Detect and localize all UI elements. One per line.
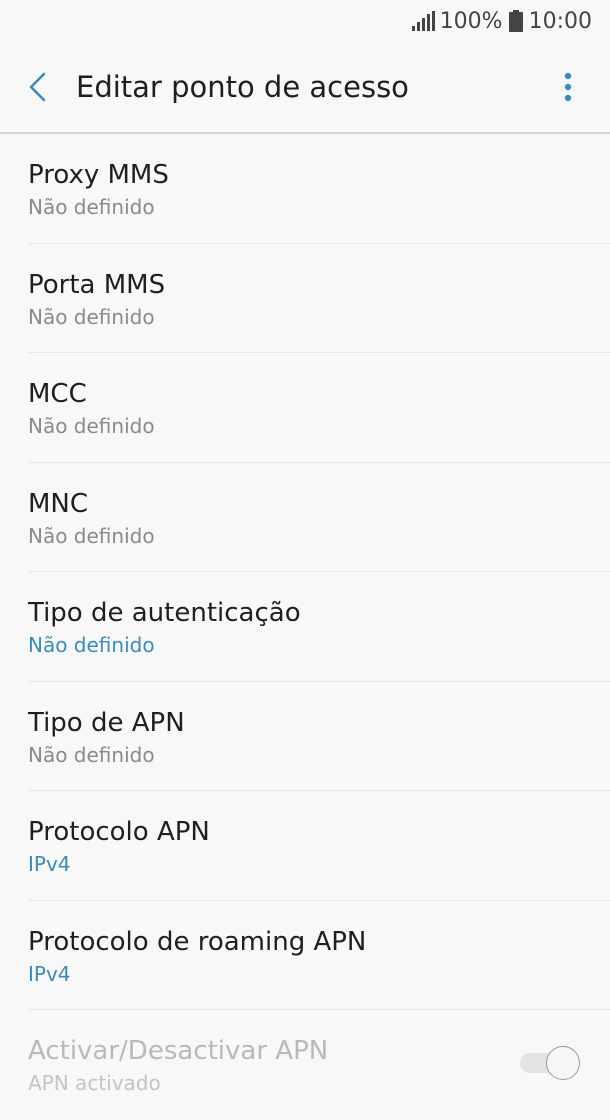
status-bar: 100% 10:00 bbox=[0, 0, 610, 42]
setting-tipo-apn[interactable]: Tipo de APN Não definido bbox=[0, 682, 610, 791]
setting-title: Activar/Desactivar APN bbox=[28, 1036, 329, 1066]
setting-title: MCC bbox=[28, 379, 87, 409]
setting-summary: APN activado bbox=[28, 1071, 161, 1095]
back-button[interactable] bbox=[0, 41, 76, 133]
setting-title: Protocolo APN bbox=[28, 817, 210, 847]
setting-summary: IPv4 bbox=[28, 852, 71, 876]
setting-summary: Não definido bbox=[28, 742, 155, 767]
app-bar: Editar ponto de acesso bbox=[0, 42, 610, 134]
setting-activar-apn: Activar/Desactivar APN APN activado bbox=[0, 1010, 610, 1120]
setting-summary: IPv4 bbox=[28, 961, 71, 986]
setting-title: Porta MMS bbox=[28, 269, 166, 300]
setting-tipo-autenticacao[interactable]: Tipo de autenticação Não definido bbox=[0, 572, 610, 682]
battery-icon bbox=[508, 10, 523, 32]
setting-protocolo-apn[interactable]: Protocolo APN IPv4 bbox=[0, 791, 610, 901]
clock: 10:00 bbox=[528, 8, 592, 34]
apn-toggle-switch[interactable] bbox=[520, 1046, 580, 1080]
setting-title: MNC bbox=[28, 488, 89, 519]
setting-summary: Não definido bbox=[28, 304, 155, 329]
setting-summary: Não definido bbox=[28, 414, 155, 438]
setting-mnc[interactable]: MNC Não definido bbox=[0, 463, 610, 572]
setting-summary: Não definido bbox=[28, 523, 155, 548]
switch-thumb bbox=[546, 1046, 580, 1080]
page-title: Editar ponto de acesso bbox=[76, 70, 409, 104]
signal-icon bbox=[411, 11, 435, 31]
setting-protocolo-roaming-apn[interactable]: Protocolo de roaming APN IPv4 bbox=[0, 901, 610, 1010]
setting-mcc[interactable]: MCC Não definido bbox=[0, 353, 610, 463]
setting-proxy-mms[interactable]: Proxy MMS Não definido bbox=[0, 134, 610, 244]
setting-title: Proxy MMS bbox=[28, 160, 169, 190]
settings-list: Proxy MMS Não definido Porta MMS Não def… bbox=[0, 134, 610, 1120]
setting-title: Tipo de autenticação bbox=[28, 598, 301, 628]
back-arrow-icon bbox=[29, 72, 46, 102]
setting-porta-mms[interactable]: Porta MMS Não definido bbox=[0, 244, 610, 353]
setting-summary: Não definido bbox=[28, 633, 155, 657]
battery-percent: 100% bbox=[439, 8, 503, 34]
setting-title: Protocolo de roaming APN bbox=[28, 926, 367, 957]
setting-title: Tipo de APN bbox=[28, 707, 185, 738]
more-options-button[interactable] bbox=[538, 41, 598, 133]
more-vert-icon bbox=[564, 72, 572, 102]
setting-summary: Não definido bbox=[28, 195, 155, 219]
